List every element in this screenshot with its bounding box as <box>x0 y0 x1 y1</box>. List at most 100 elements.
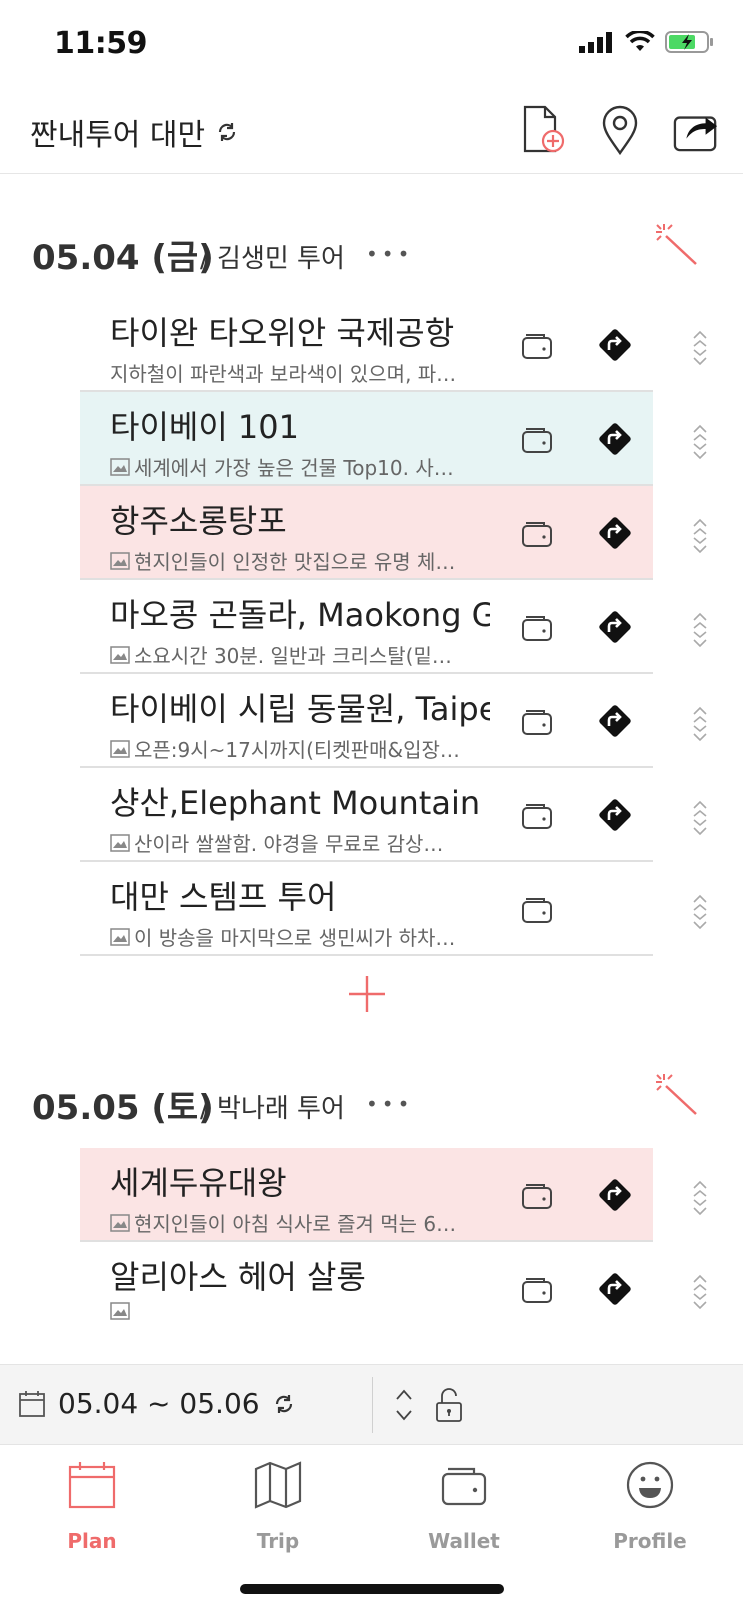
wallet-icon[interactable] <box>520 704 554 738</box>
image-icon <box>110 551 130 570</box>
wallet-icon <box>441 1467 487 1506</box>
directions-icon[interactable] <box>595 607 635 647</box>
smiley-icon <box>626 1461 674 1509</box>
item-desc: 산이라 쌀쌀함. 야경을 무료로 감상… <box>110 828 490 857</box>
day-date: 05.04 (금) <box>32 238 214 278</box>
magic-wand-icon[interactable] <box>652 1070 702 1120</box>
wallet-icon[interactable] <box>520 798 554 832</box>
tab-profile[interactable]: Profile <box>590 1457 710 1557</box>
status-time: 11:59 <box>54 26 148 61</box>
item-title: 타이베이 101 <box>110 408 300 446</box>
image-icon <box>110 645 130 664</box>
plan-item[interactable]: 샹산,Elephant Mountain 산이라 쌀쌀함. 야경을 무료로 감상… <box>80 768 653 862</box>
date-range-button[interactable]: 05.04 ~ 05.06 <box>18 1387 296 1420</box>
reorder-icon[interactable] <box>690 1272 710 1312</box>
item-desc <box>110 1302 490 1320</box>
sync-icon[interactable] <box>272 1392 296 1416</box>
day-date: 05.05 (토) <box>32 1088 214 1128</box>
wifi-icon <box>625 31 655 51</box>
item-desc: 현지인들이 아침 식사로 즐겨 먹는 6… <box>110 1208 490 1237</box>
tab-label: Profile <box>613 1529 687 1553</box>
item-title: 세계두유대왕 <box>110 1164 287 1202</box>
plan-item[interactable]: 타이베이 101 세계에서 가장 높은 건물 Top10. 사… <box>80 392 653 486</box>
day-more-button[interactable]: ••• <box>366 1092 413 1116</box>
reorder-icon[interactable] <box>690 892 710 932</box>
reorder-icon[interactable] <box>690 1178 710 1218</box>
reorder-icon[interactable] <box>690 328 710 368</box>
header: 짠내투어 대만 <box>0 90 743 174</box>
item-desc: 이 방송을 마지막으로 생민씨가 하차… <box>110 922 490 951</box>
location-pin-icon <box>602 105 638 155</box>
tab-wallet[interactable]: Wallet <box>404 1457 524 1557</box>
wallet-icon[interactable] <box>520 516 554 550</box>
plan-item[interactable]: 세계두유대왕 현지인들이 아침 식사로 즐겨 먹는 6… <box>80 1148 653 1242</box>
reorder-icon[interactable] <box>690 798 710 838</box>
item-title: 타이완 타오위안 국제공항 <box>110 314 455 352</box>
image-icon <box>110 927 130 946</box>
wallet-icon[interactable] <box>520 1272 554 1306</box>
trip-title[interactable]: 짠내투어 대만 <box>30 110 239 154</box>
plan-item[interactable]: 타이완 타오위안 국제공항 지하철이 파란색과 보라색이 있으며, 파… <box>80 298 653 392</box>
item-title: 알리아스 헤어 살롱 <box>110 1258 366 1296</box>
item-title: 항주소롱탕포 <box>110 502 287 540</box>
item-desc: 소요시간 30분. 일반과 크리스탈(밑… <box>110 640 490 669</box>
image-icon <box>110 833 130 852</box>
sort-icon[interactable] <box>392 1387 416 1423</box>
item-desc: 지하철이 파란색과 보라색이 있으며, 파… <box>110 362 457 386</box>
image-icon <box>110 1213 130 1232</box>
plan-item[interactable]: 항주소롱탕포 현지인들이 인정한 맛집으로 유명 체… <box>80 486 653 580</box>
reorder-icon[interactable] <box>690 704 710 744</box>
calendar-icon <box>19 1390 45 1417</box>
directions-icon[interactable] <box>595 701 635 741</box>
plan-item[interactable]: 마오콩 곤돌라, Maokong Gondola 소요시간 30분. 일반과 크… <box>80 580 653 674</box>
image-icon <box>110 739 130 758</box>
toolbar-divider <box>372 1377 373 1433</box>
directions-icon[interactable] <box>595 325 635 365</box>
wallet-icon[interactable] <box>520 892 554 926</box>
tab-label: Trip <box>256 1529 300 1553</box>
add-place-button[interactable] <box>347 974 387 1014</box>
trip-title-text: 짠내투어 대만 <box>30 118 206 153</box>
reorder-icon[interactable] <box>690 422 710 462</box>
plan-item[interactable]: 대만 스템프 투어 이 방송을 마지막으로 생민씨가 하차… <box>80 862 653 956</box>
tab-plan[interactable]: Plan <box>32 1457 152 1557</box>
day-tour-name: / 박나래 투어 <box>200 1094 345 1124</box>
image-icon <box>110 457 130 476</box>
reorder-icon[interactable] <box>690 516 710 556</box>
day-more-button[interactable]: ••• <box>366 242 413 266</box>
image-icon <box>110 1302 130 1320</box>
map-pin-button[interactable] <box>597 104 643 156</box>
map-icon <box>254 1461 302 1509</box>
magic-wand-icon[interactable] <box>652 220 702 270</box>
directions-icon[interactable] <box>595 1269 635 1309</box>
share-icon <box>673 116 718 152</box>
tab-label: Wallet <box>428 1529 500 1553</box>
item-title: 타이베이 시립 동물원, Taipei Zoo <box>110 690 490 728</box>
unlock-icon[interactable] <box>434 1387 464 1423</box>
share-button[interactable] <box>673 104 719 156</box>
directions-icon[interactable] <box>595 513 635 553</box>
directions-icon[interactable] <box>595 419 635 459</box>
day-header: 05.05 (토) / 박나래 투어 ••• <box>32 1070 722 1130</box>
tab-label: Plan <box>67 1529 117 1553</box>
plan-item[interactable]: 타이베이 시립 동물원, Taipei Zoo 오픈:9시~17시까지(티켓판매… <box>80 674 653 768</box>
reorder-icon[interactable] <box>690 610 710 650</box>
wallet-icon[interactable] <box>520 422 554 456</box>
sync-icon[interactable] <box>215 120 239 144</box>
directions-icon[interactable] <box>595 1175 635 1215</box>
directions-icon[interactable] <box>595 795 635 835</box>
item-desc: 현지인들이 인정한 맛집으로 유명 체… <box>110 546 490 575</box>
wallet-icon[interactable] <box>520 1178 554 1212</box>
wallet-icon[interactable] <box>520 610 554 644</box>
plan-item[interactable]: 알리아스 헤어 살롱 <box>80 1242 653 1336</box>
wallet-icon[interactable] <box>520 328 554 362</box>
day-tour-name: / 김생민 투어 <box>200 244 345 274</box>
item-desc: 오픈:9시~17시까지(티켓판매&입장… <box>110 734 490 763</box>
plan-list[interactable]: 05.04 (금) / 김생민 투어 ••• 타이완 타오위안 국제공항 지하철… <box>0 174 743 1364</box>
home-indicator <box>240 1584 504 1594</box>
tab-trip[interactable]: Trip <box>218 1457 338 1557</box>
signal-icon <box>579 32 612 53</box>
battery-icon <box>665 31 713 53</box>
add-document-button[interactable] <box>521 104 567 156</box>
status-bar: 11:59 <box>0 0 743 90</box>
